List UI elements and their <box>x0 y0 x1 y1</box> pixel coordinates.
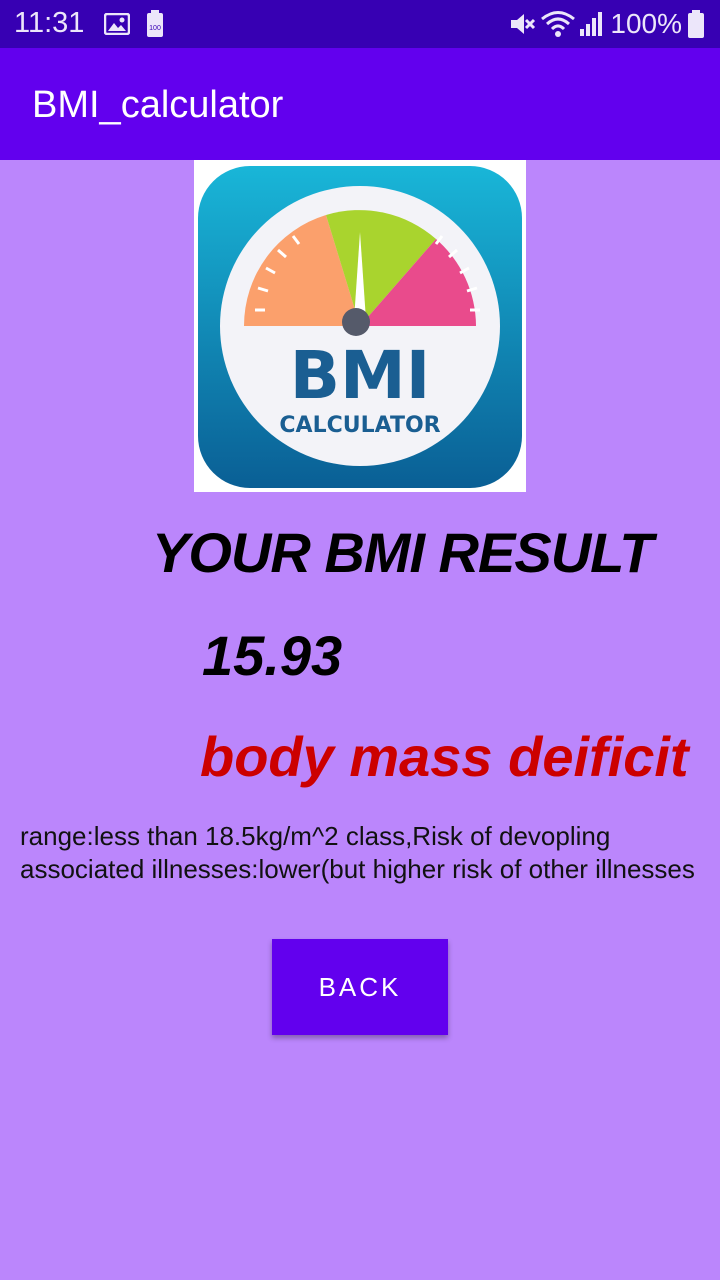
bmi-description: range:less than 18.5kg/m^2 class,Risk of… <box>20 821 695 884</box>
bmi-logo-image: BMI CALCULATOR <box>194 160 526 492</box>
battery-percent: 100% <box>610 8 682 39</box>
wifi-icon <box>540 0 576 48</box>
result-heading: YOUR BMI RESULT <box>152 521 653 584</box>
logo-bmi-text: BMI <box>290 337 431 414</box>
app-title: BMI_calculator <box>32 84 284 126</box>
battery-icon <box>688 0 704 48</box>
app-bar: BMI_calculator <box>0 48 720 160</box>
image-icon <box>104 0 130 48</box>
signal-icon <box>578 0 604 48</box>
back-button[interactable]: BACK <box>272 939 448 1035</box>
svg-text:100: 100 <box>149 25 161 32</box>
battery-saver-icon: 100 <box>146 0 164 48</box>
status-bar: 11:31 100 100% <box>0 0 720 48</box>
logo-calculator-text: CALCULATOR <box>279 413 440 438</box>
mute-icon <box>508 0 536 48</box>
status-time: 11:31 <box>14 7 85 39</box>
bmi-category: body mass deificit <box>200 725 689 788</box>
bmi-value: 15.93 <box>202 624 343 687</box>
